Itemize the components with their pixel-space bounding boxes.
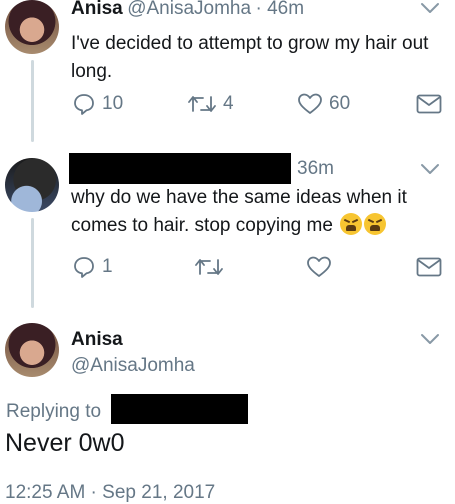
reply-button[interactable]: 1 xyxy=(72,255,113,279)
reply-button[interactable]: 10 xyxy=(72,92,123,116)
avatar[interactable] xyxy=(5,158,59,212)
like-count: 60 xyxy=(329,93,351,114)
retweet-icon xyxy=(188,96,216,112)
weary-face-emoji xyxy=(340,213,363,235)
display-name[interactable]: Anisa xyxy=(71,329,123,351)
redacted-name xyxy=(69,153,291,184)
retweet-button[interactable] xyxy=(194,255,224,279)
replying-to-label: Replying to xyxy=(6,401,102,422)
thread-line xyxy=(31,218,34,308)
reply-icon xyxy=(74,257,94,278)
weary-face-emoji xyxy=(364,213,387,235)
avatar[interactable] xyxy=(5,0,59,54)
tweet-text: Never 0w0 xyxy=(5,429,125,457)
dm-icon[interactable] xyxy=(416,257,442,277)
thread-line xyxy=(31,60,34,142)
like-button[interactable]: 60 xyxy=(297,92,350,116)
chevron-down-icon[interactable] xyxy=(420,163,440,175)
avatar[interactable] xyxy=(5,323,59,377)
redacted-username[interactable] xyxy=(111,394,248,424)
reply-count: 10 xyxy=(102,93,124,114)
tweet-text: I've decided to attempt to grow my hair … xyxy=(71,33,429,82)
tweet-time[interactable]: 36m xyxy=(297,158,334,180)
dm-icon[interactable] xyxy=(416,94,442,114)
reply-icon xyxy=(74,94,94,115)
display-name[interactable]: Anisa xyxy=(71,0,123,19)
tweet-header: Anisa @AnisaJomha · 46m xyxy=(71,0,304,20)
chevron-down-icon[interactable] xyxy=(420,2,440,14)
tweet-time[interactable]: · 46m xyxy=(256,0,305,19)
reply-count: 1 xyxy=(102,256,113,277)
tweet-timestamp: 12:25 AM · Sep 21, 2017 xyxy=(5,482,216,503)
heart-icon xyxy=(307,256,331,277)
like-button[interactable] xyxy=(306,255,332,279)
user-handle[interactable]: @AnisaJomha xyxy=(71,355,195,377)
heart-icon xyxy=(298,93,322,114)
tweet-text: why do we have the same ideas when it co… xyxy=(71,184,443,240)
retweet-button[interactable]: 4 xyxy=(187,92,234,116)
chevron-down-icon[interactable] xyxy=(420,333,440,345)
retweet-icon xyxy=(195,259,223,275)
user-handle[interactable]: @AnisaJomha xyxy=(127,0,251,19)
retweet-count: 4 xyxy=(223,93,234,114)
